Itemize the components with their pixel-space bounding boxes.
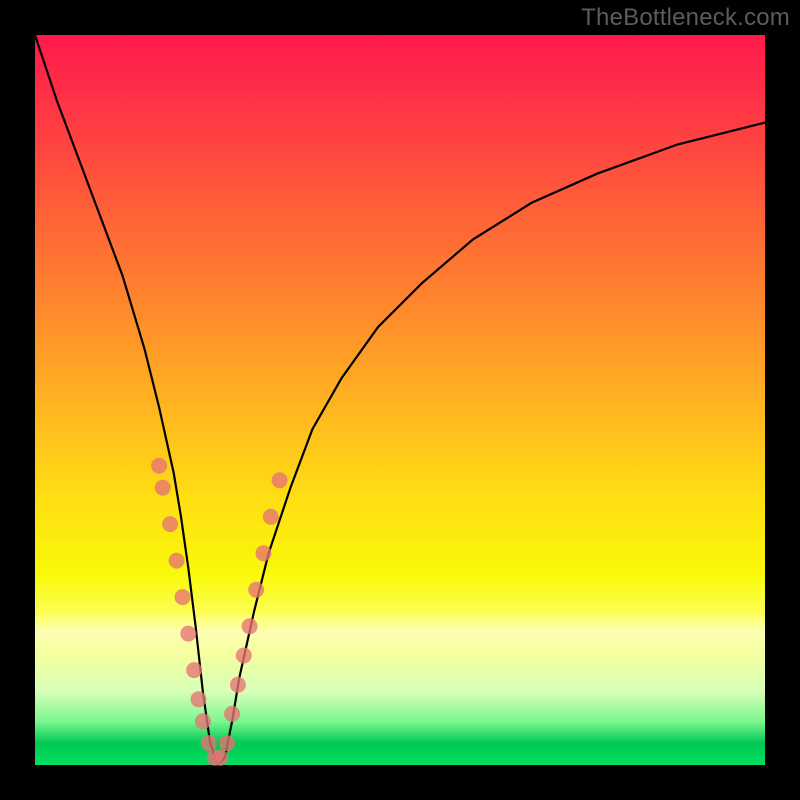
sample-point (212, 750, 228, 766)
sample-point (236, 648, 252, 664)
sample-point (242, 618, 258, 634)
sample-point (155, 480, 171, 496)
sample-points-group (151, 458, 288, 766)
bottleneck-curve (35, 35, 765, 765)
sample-point (151, 458, 167, 474)
watermark-text: TheBottleneck.com (581, 4, 790, 32)
chart-frame: TheBottleneck.com (0, 0, 800, 800)
sample-point (175, 589, 191, 605)
sample-point (162, 516, 178, 532)
sample-point (224, 706, 240, 722)
sample-point (248, 582, 264, 598)
sample-point (180, 626, 196, 642)
sample-point (201, 735, 217, 751)
sample-point (230, 677, 246, 693)
sample-point (191, 691, 207, 707)
plot-area (35, 35, 765, 765)
sample-point (272, 472, 288, 488)
sample-point (263, 509, 279, 525)
sample-point (169, 553, 185, 569)
sample-point (195, 713, 211, 729)
sample-point (219, 735, 235, 751)
sample-point (186, 662, 202, 678)
chart-svg (35, 35, 765, 765)
sample-point (256, 545, 272, 561)
